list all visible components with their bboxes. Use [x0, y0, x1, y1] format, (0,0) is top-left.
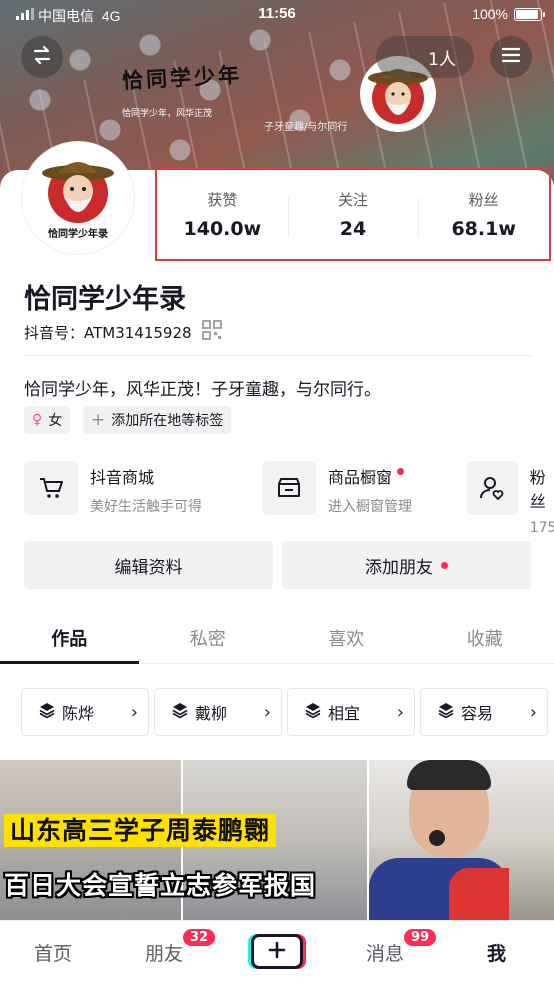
- new-indicator-dot: [397, 468, 405, 475]
- tab-favorites[interactable]: 收藏: [416, 612, 554, 663]
- collection-item[interactable]: 陈烨 ›: [21, 688, 149, 736]
- avatar[interactable]: 恰同学少年录: [22, 142, 134, 254]
- qr-code-icon[interactable]: [201, 320, 222, 344]
- messages-badge: 99: [404, 929, 437, 946]
- fans-heart-icon: [467, 461, 518, 515]
- friends-badge: 32: [183, 929, 216, 946]
- nav-messages[interactable]: 消息 99: [366, 929, 437, 966]
- nav-me[interactable]: 我: [487, 939, 506, 966]
- plus-icon: [268, 941, 286, 963]
- cart-icon: [24, 461, 78, 515]
- service-showcase[interactable]: 商品橱窗 进入橱窗管理: [262, 461, 412, 517]
- tab-works[interactable]: 作品: [0, 612, 139, 664]
- collection-list: 陈烨 › 戴柳 › 相宜 › 容易 ›: [21, 688, 548, 736]
- stat-followers[interactable]: 粉丝 68.1w: [418, 189, 549, 240]
- status-bar: 中国电信 4G 11:56 100%: [0, 0, 554, 30]
- create-button[interactable]: [251, 934, 303, 969]
- menu-button[interactable]: [490, 36, 532, 78]
- add-tag-button[interactable]: + 添加所在地等标签: [83, 406, 232, 434]
- collection-item[interactable]: 戴柳 ›: [154, 688, 282, 736]
- douyin-id: 抖音号：ATM31415928: [24, 320, 222, 344]
- stat-likes[interactable]: 获赞 140.0w: [157, 189, 288, 240]
- new-indicator-dot: [441, 561, 448, 569]
- chevron-right-icon: ›: [263, 701, 271, 723]
- visitors-button[interactable]: 1人: [376, 36, 474, 78]
- layers-icon: [171, 701, 189, 723]
- bottom-nav: 首页 朋友 32 消息 99 我: [0, 920, 554, 984]
- tab-private[interactable]: 私密: [139, 612, 278, 663]
- content-tabs: 作品 私密 喜欢 收藏: [0, 612, 554, 664]
- add-friend-button[interactable]: 添加朋友: [282, 541, 531, 589]
- stat-following[interactable]: 关注 24: [287, 189, 419, 240]
- layers-icon: [38, 701, 56, 723]
- service-fans[interactable]: 粉丝 175: [467, 461, 554, 536]
- profile-stats: 获赞 140.0w 关注 24 粉丝 68.1w: [155, 168, 551, 261]
- video-caption-line1: 山东高三学子周泰鹏翾: [0, 811, 554, 851]
- service-mall[interactable]: 抖音商城 美好生活触手可得: [24, 461, 202, 517]
- layers-icon: [304, 701, 322, 723]
- female-icon: ♀: [32, 412, 43, 428]
- avatar-caption: 恰同学少年录: [48, 229, 108, 240]
- chevron-right-icon: ›: [396, 701, 404, 723]
- visitors-count: 1人: [428, 49, 456, 70]
- clock: 11:56: [258, 5, 296, 22]
- gender-tag: ♀ 女: [24, 406, 71, 434]
- profile-name: 恰同学少年录: [24, 284, 186, 315]
- swap-arrows-icon: [31, 44, 53, 70]
- collection-item[interactable]: 相宜 ›: [287, 688, 415, 736]
- banner-slogan: 子牙童趣/与尔同行: [264, 122, 348, 133]
- tab-liked[interactable]: 喜欢: [277, 612, 416, 663]
- battery-icon: [514, 8, 545, 21]
- nav-friends[interactable]: 朋友 32: [145, 929, 216, 966]
- nav-home[interactable]: 首页: [34, 939, 72, 966]
- storefront-icon: [262, 461, 316, 515]
- layers-icon: [437, 701, 455, 723]
- collection-item[interactable]: 容易 ›: [420, 688, 548, 736]
- video-caption-line2: 百日大会宣誓立志参军报国: [4, 871, 317, 900]
- hamburger-menu-icon: [501, 46, 521, 68]
- chevron-right-icon: ›: [529, 701, 537, 723]
- banner-title: 恰同学少年: [121, 61, 243, 94]
- battery-percent: 100%: [472, 6, 508, 22]
- edit-profile-button[interactable]: 编辑资料: [24, 541, 273, 589]
- banner-subtitle: 恰同学少年，风华正茂: [122, 109, 213, 119]
- plus-icon: +: [91, 410, 106, 430]
- profile-bio: 恰同学少年，风华正茂！子牙童趣，与尔同行。: [24, 380, 381, 400]
- chevron-right-icon: ›: [130, 701, 138, 723]
- divider: [24, 355, 532, 356]
- swap-account-button[interactable]: [21, 36, 63, 78]
